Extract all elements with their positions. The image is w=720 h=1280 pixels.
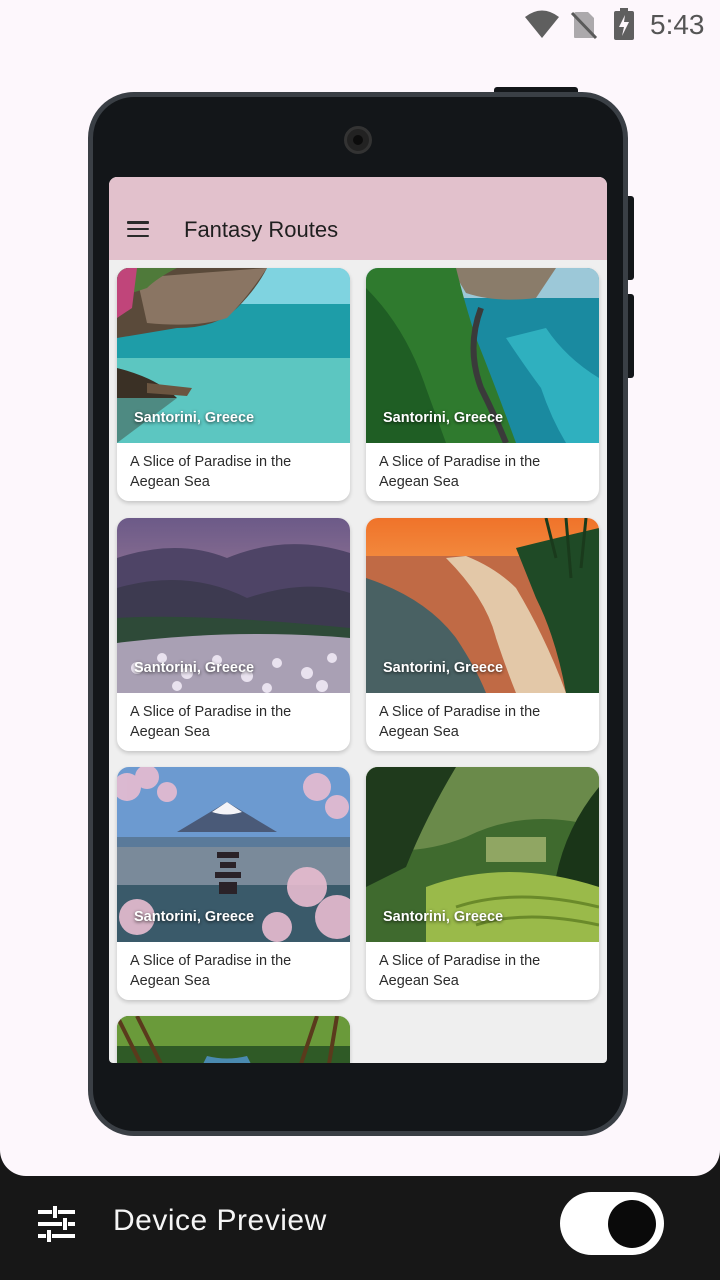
no-sim-icon	[570, 11, 598, 40]
route-caption: A Slice of Paradise in the Aegean Sea	[130, 953, 292, 989]
app-screen: Fantasy Routes Santorini, Greece A Slice…	[109, 177, 607, 1063]
routes-grid[interactable]: Santorini, Greece A Slice of Paradise in…	[109, 260, 607, 1063]
route-caption: A Slice of Paradise in the Aegean Sea	[379, 454, 541, 490]
route-image: Santorini, Greece	[117, 767, 350, 942]
wifi-icon	[525, 10, 559, 38]
route-image: Santorini, Greece	[366, 518, 599, 693]
route-caption: A Slice of Paradise in the Aegean Sea	[130, 704, 292, 740]
route-card[interactable]: Santorini, Greece A Slice of Paradise in…	[366, 518, 599, 751]
route-location: Santorini, Greece	[383, 660, 504, 676]
outer-screen: 5:43 Fantasy Routes Santorini, Greece A …	[0, 0, 720, 1176]
camera-icon	[344, 126, 372, 154]
menu-icon[interactable]	[127, 221, 149, 238]
route-image: Santorini, Greece	[366, 268, 599, 443]
route-location: Santorini, Greece	[134, 410, 255, 426]
route-image: Santorini, Greece	[117, 268, 350, 443]
route-caption: A Slice of Paradise in the Aegean Sea	[379, 953, 541, 989]
route-image: Santorini, Greece	[366, 767, 599, 942]
route-card[interactable]	[117, 1016, 350, 1063]
route-card[interactable]: Santorini, Greece A Slice of Paradise in…	[366, 767, 599, 1000]
route-caption: A Slice of Paradise in the Aegean Sea	[379, 704, 541, 740]
device-preview-toggle[interactable]	[560, 1192, 664, 1255]
device-preview-title: Device Preview	[113, 1204, 327, 1237]
app-bar: Fantasy Routes	[109, 177, 607, 260]
route-location: Santorini, Greece	[383, 410, 504, 426]
route-card[interactable]: Santorini, Greece A Slice of Paradise in…	[366, 268, 599, 501]
app-title: Fantasy Routes	[184, 217, 339, 242]
route-location: Santorini, Greece	[134, 660, 255, 676]
route-image	[117, 1016, 350, 1063]
tune-icon[interactable]	[38, 1206, 75, 1242]
route-image: Santorini, Greece	[117, 518, 350, 693]
status-bar: 5:43	[0, 0, 720, 50]
device-volume-up-button	[628, 196, 634, 280]
status-time: 5:43	[650, 9, 705, 40]
route-caption: A Slice of Paradise in the Aegean Sea	[130, 454, 292, 490]
route-card[interactable]: Santorini, Greece A Slice of Paradise in…	[117, 518, 350, 751]
battery-charging-icon	[614, 8, 634, 40]
toggle-knob	[608, 1200, 656, 1248]
route-location: Santorini, Greece	[383, 909, 504, 925]
route-card[interactable]: Santorini, Greece A Slice of Paradise in…	[117, 767, 350, 1000]
device-volume-down-button	[628, 294, 634, 378]
route-card[interactable]: Santorini, Greece A Slice of Paradise in…	[117, 268, 350, 501]
route-location: Santorini, Greece	[134, 909, 255, 925]
